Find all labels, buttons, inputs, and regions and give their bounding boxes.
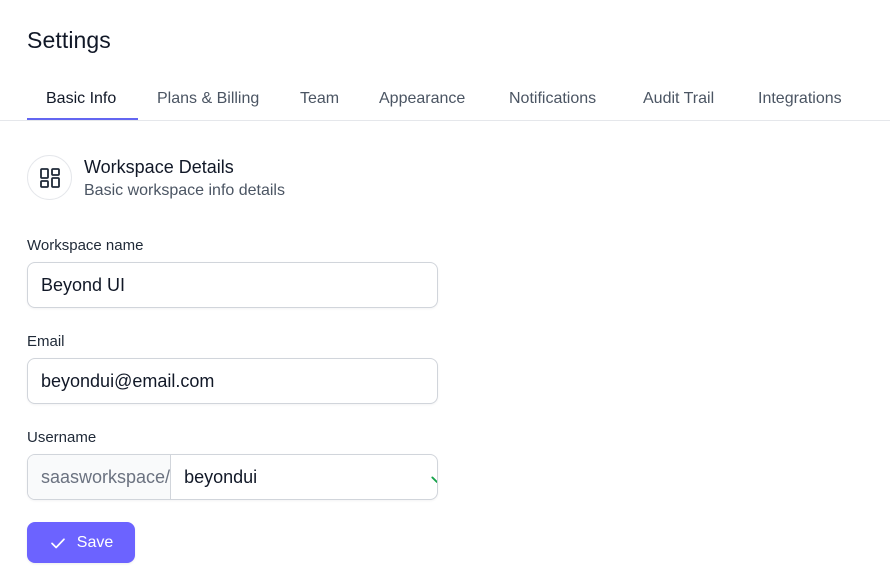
section-title: Workspace Details	[84, 157, 234, 177]
username-prefix: saasworkspace/	[28, 455, 172, 499]
username-field: saasworkspace/	[27, 454, 438, 500]
layout-grid-icon	[39, 167, 60, 188]
save-button-label: Save	[76, 533, 114, 551]
tab-basic-info[interactable]: Basic Info	[46, 90, 116, 120]
section-subtitle: Basic workspace info details	[84, 182, 285, 199]
tab-integrations[interactable]: Integrations	[758, 90, 842, 120]
email-input[interactable]	[27, 358, 438, 404]
settings-tabs: Basic Info Plans & Billing Team Appearan…	[0, 84, 890, 121]
username-valid-icon	[429, 455, 437, 499]
email-label: Email	[27, 333, 65, 350]
check-icon	[50, 537, 65, 548]
page-title: Settings	[27, 27, 111, 53]
tab-appearance[interactable]: Appearance	[379, 90, 465, 120]
workspace-name-input[interactable]	[27, 262, 438, 308]
tab-plans-billing[interactable]: Plans & Billing	[157, 90, 259, 120]
save-button[interactable]: Save	[27, 522, 135, 563]
tab-audit-trail[interactable]: Audit Trail	[643, 90, 714, 120]
workspace-name-label: Workspace name	[27, 237, 144, 254]
username-label: Username	[27, 429, 97, 446]
username-input[interactable]	[171, 455, 430, 499]
tab-notifications[interactable]: Notifications	[509, 90, 596, 120]
active-tab-indicator	[27, 118, 138, 120]
check-icon	[431, 476, 437, 483]
tab-team[interactable]: Team	[300, 90, 339, 120]
section-icon-wrapper	[27, 155, 72, 200]
